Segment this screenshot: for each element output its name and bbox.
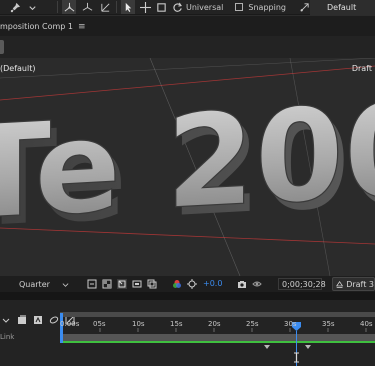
show-snapshot-icon[interactable] bbox=[252, 279, 262, 289]
exposure-value[interactable]: +0.0 bbox=[203, 279, 222, 288]
panel-menu-icon[interactable]: ≡ bbox=[78, 22, 86, 32]
rotate-icon[interactable] bbox=[170, 0, 184, 14]
time-ruler[interactable]: 0:00s 05s 10s 15s 20s 25s 30s 35s 40s bbox=[60, 300, 375, 366]
move-icon[interactable] bbox=[138, 0, 152, 14]
ruler-tick-label: 30s bbox=[284, 320, 297, 328]
ruler-tick-label: 20s bbox=[208, 320, 221, 328]
chevron-down-icon bbox=[62, 282, 69, 287]
current-timecode[interactable]: 0;00;30;28 bbox=[278, 278, 326, 290]
composition-tab-bar: mposition Comp 1 ≡ bbox=[0, 15, 375, 36]
panel-divider bbox=[0, 292, 375, 300]
comp-nav-chip[interactable] bbox=[0, 40, 4, 54]
resolution-dropdown[interactable]: Quarter bbox=[16, 278, 72, 290]
chevron-down-icon[interactable] bbox=[0, 314, 12, 326]
exposure-reset-icon[interactable] bbox=[187, 279, 197, 289]
axis-mode-label[interactable]: Universal bbox=[186, 3, 223, 12]
guides-icon[interactable] bbox=[132, 279, 142, 289]
square-icon[interactable] bbox=[154, 0, 168, 14]
ruler-tick-label: 05s bbox=[93, 320, 106, 328]
workspace-selector[interactable]: Default bbox=[310, 0, 375, 15]
3d-text-scene: Te 2000s Te 2000s bbox=[0, 58, 375, 276]
color-channels-icon[interactable] bbox=[172, 279, 182, 289]
draft-3d-icon bbox=[336, 280, 344, 288]
ruler-tick-label: 15s bbox=[170, 320, 183, 328]
layer-duration-bar[interactable] bbox=[60, 334, 375, 341]
parent-link-column-label: Link bbox=[0, 333, 15, 341]
ruler-tick-label: 0:00s bbox=[60, 320, 80, 328]
viewer-controls: Quarter +0.0 0;00;30;28 Draft 3 bbox=[0, 276, 375, 292]
composition-tab-title: mposition Comp 1 bbox=[0, 22, 74, 31]
ruler-tick-label: 25s bbox=[246, 320, 259, 328]
axis-view-icon[interactable] bbox=[98, 0, 112, 14]
chevron-down-icon[interactable] bbox=[25, 0, 39, 14]
composition-viewer[interactable]: Te 2000s Te 2000s (Default) Draft bbox=[0, 58, 375, 276]
resolution-value: Quarter bbox=[19, 279, 50, 289]
ruler-tick-label: 35s bbox=[322, 320, 335, 328]
timeline-panel: Link 0:00s 05s 10s 15s 20s 25s 30s 35s 4… bbox=[0, 300, 375, 366]
toolbar-divider bbox=[57, 1, 58, 13]
camera-snapshot-icon[interactable] bbox=[237, 279, 247, 289]
keyframe-marker[interactable] bbox=[305, 345, 311, 349]
composition-subbar bbox=[0, 36, 375, 58]
active-camera-label: (Default) bbox=[0, 64, 36, 73]
workspace-label: Default bbox=[327, 3, 357, 12]
draft-3d-label: Draft 3 bbox=[346, 279, 374, 289]
composition-mini-flowchart-icon[interactable] bbox=[16, 314, 28, 326]
keyframe-marker[interactable] bbox=[264, 345, 270, 349]
selection-arrow-icon[interactable] bbox=[121, 0, 135, 14]
draft-3d-button[interactable]: Draft 3 bbox=[332, 277, 375, 291]
scene-text-face: Te 2000s bbox=[0, 67, 375, 249]
ruler-tick-label: 10s bbox=[132, 320, 145, 328]
work-area-bar[interactable] bbox=[60, 312, 375, 317]
toolbar-divider bbox=[116, 1, 117, 13]
motion-blur-icon[interactable] bbox=[48, 314, 60, 326]
renderer-label: Draft bbox=[351, 64, 372, 73]
render-cache-bar bbox=[60, 341, 375, 343]
axis-local-icon[interactable] bbox=[62, 0, 76, 14]
draft-3d-toggle-icon[interactable] bbox=[32, 314, 44, 326]
tab-composition[interactable]: mposition Comp 1 ≡ bbox=[0, 19, 86, 34]
in-point-marker[interactable] bbox=[60, 313, 63, 343]
timecode-value: 0;00;30;28 bbox=[282, 279, 326, 289]
region-of-interest-icon[interactable] bbox=[87, 279, 97, 289]
timeline-tracks bbox=[60, 312, 375, 366]
snapping-checkbox[interactable] bbox=[235, 3, 244, 11]
transparency-grid-icon[interactable] bbox=[102, 279, 112, 289]
mask-visibility-icon[interactable] bbox=[117, 279, 127, 289]
ruler-tick-label: 40s bbox=[360, 320, 373, 328]
pin-icon[interactable] bbox=[8, 0, 22, 14]
guide-line bbox=[0, 58, 375, 79]
axis-world-icon[interactable] bbox=[80, 0, 94, 14]
snapshot-region-icon[interactable] bbox=[147, 279, 157, 289]
snapping-label[interactable]: Snapping bbox=[248, 3, 286, 12]
